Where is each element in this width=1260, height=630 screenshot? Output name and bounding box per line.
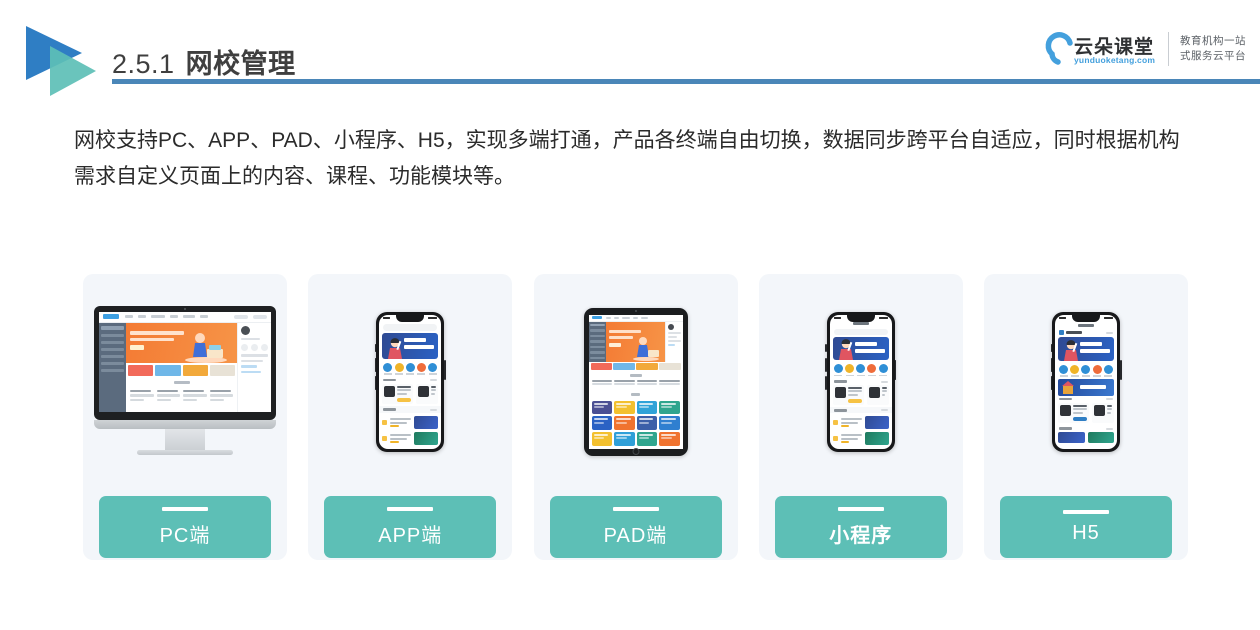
platform-label-app[interactable]: APP端 — [324, 496, 497, 558]
label-dash-icon — [612, 506, 659, 511]
brand-logo: 云朵课堂 yunduoketang.com — [1040, 26, 1162, 72]
desktop-monitor-icon — [94, 305, 276, 458]
smartphone-icon — [1050, 311, 1122, 452]
platform-label-pad[interactable]: PAD端 — [549, 496, 722, 558]
device-preview-miniprogram — [759, 274, 963, 489]
page-header: 2.5.1 网校管理 云朵课堂 yunduoketang.com 教育机构一站 … — [0, 0, 1260, 110]
platform-card-pc[interactable]: PC端 — [83, 274, 287, 560]
device-preview-h5 — [984, 274, 1188, 489]
platform-card-miniprogram[interactable]: 小程序 — [758, 274, 963, 560]
platform-label-text: PC端 — [159, 524, 211, 547]
brand-tagline-line1: 教育机构一站 — [1180, 35, 1246, 47]
platform-label-pc[interactable]: PC端 — [99, 496, 271, 558]
smartphone-icon — [825, 311, 897, 452]
platform-label-text: H5 — [1072, 521, 1100, 544]
platform-card-h5[interactable]: H5 — [984, 274, 1188, 560]
page-title: 2.5.1 网校管理 — [112, 42, 812, 80]
label-dash-icon — [1063, 509, 1109, 514]
label-dash-icon — [162, 506, 208, 511]
platform-label-h5[interactable]: H5 — [1000, 496, 1172, 558]
device-preview-pc — [83, 274, 287, 489]
smartphone-icon — [374, 311, 446, 452]
title-underline-rule — [112, 79, 1260, 84]
device-preview-pad — [534, 274, 738, 489]
platform-label-text: APP端 — [378, 524, 443, 547]
platform-label-text: 小程序 — [829, 524, 893, 547]
brand-tagline-line2: 式服务云平台 — [1180, 50, 1246, 62]
platform-card-pad[interactable]: PAD端 — [533, 274, 738, 560]
device-preview-app — [308, 274, 512, 489]
platform-label-text: PAD端 — [603, 524, 668, 547]
label-dash-icon — [387, 506, 434, 511]
page-title-number: 2.5.1 — [112, 49, 175, 79]
label-dash-icon — [837, 506, 884, 511]
brand-tagline: 教育机构一站 式服务云平台 — [1180, 34, 1246, 64]
platform-label-miniprogram[interactable]: 小程序 — [774, 496, 947, 558]
brand-divider — [1168, 32, 1169, 66]
intro-paragraph: 网校支持PC、APP、PAD、小程序、H5，实现多端打通，产品各终端自由切换，数… — [74, 129, 1180, 188]
brand-name-en: yunduoketang.com — [1074, 55, 1156, 65]
brand-logo-block: 云朵课堂 yunduoketang.com 教育机构一站 式服务云平台 — [1040, 26, 1246, 72]
page-title-text: 网校管理 — [185, 49, 296, 79]
tablet-icon — [583, 307, 688, 456]
platform-card-app[interactable]: APP端 — [308, 274, 513, 560]
platform-card-list: PC端 APP端 PAD端 小程序 H5 — [83, 274, 1188, 560]
play-triangle-logo — [20, 22, 102, 98]
